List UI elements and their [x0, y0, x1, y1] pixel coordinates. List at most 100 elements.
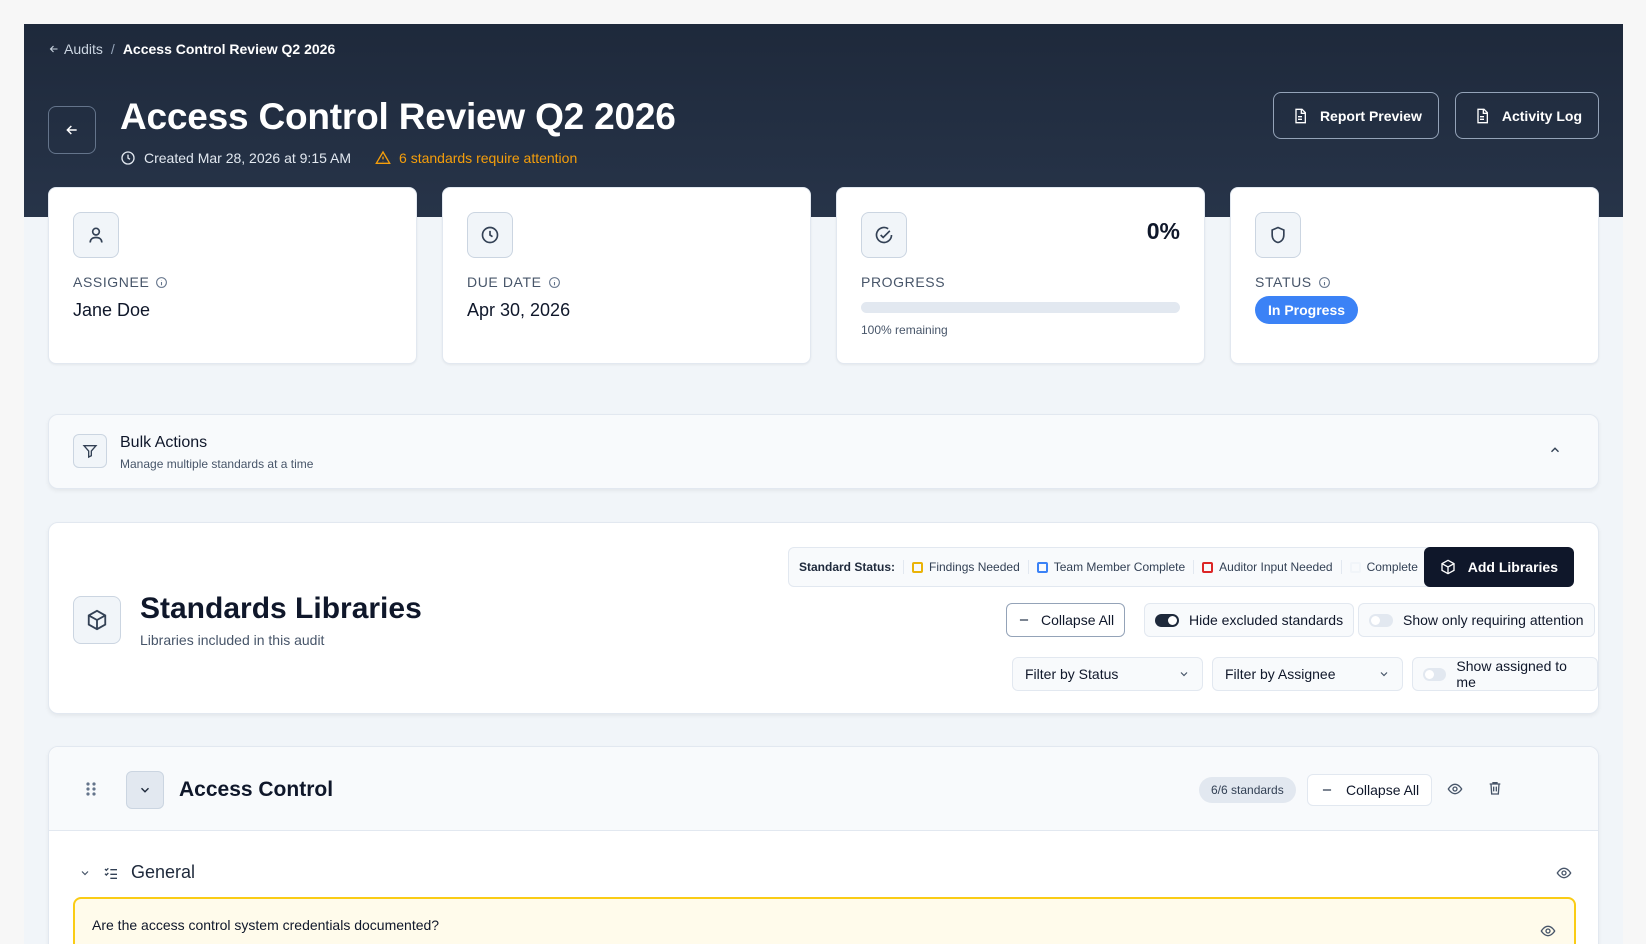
user-icon: [73, 212, 119, 258]
arrow-left-icon: [48, 43, 60, 55]
eye-icon[interactable]: [1447, 781, 1463, 797]
library-header: Access Control 6/6 standards Collapse Al…: [49, 747, 1598, 831]
info-icon[interactable]: [548, 276, 561, 289]
chevron-down-icon: [1378, 668, 1390, 680]
page-meta: Created Mar 28, 2026 at 9:15 AM 6 standa…: [120, 150, 577, 166]
chevron-down-icon: [138, 783, 152, 797]
status-legend: Standard Status: Findings Needed Team Me…: [788, 547, 1437, 587]
info-icon[interactable]: [1318, 276, 1331, 289]
collapse-all-button[interactable]: Collapse All: [1006, 603, 1126, 637]
breadcrumb: Audits / Access Control Review Q2 2026: [48, 41, 335, 57]
legend-item: Findings Needed: [903, 560, 1028, 574]
breadcrumb-audits-label: Audits: [64, 41, 103, 57]
drag-handle-icon[interactable]: [85, 781, 97, 797]
arrow-left-icon: [64, 122, 80, 138]
status-label: STATUS: [1255, 274, 1574, 290]
breadcrumb-current: Access Control Review Q2 2026: [122, 41, 336, 57]
created-text: Created Mar 28, 2026 at 9:15 AM: [144, 150, 352, 166]
assignee-label: ASSIGNEE: [73, 274, 392, 290]
hide-excluded-label: Hide excluded standards: [1189, 612, 1344, 628]
created-info: Created Mar 28, 2026 at 9:15 AM: [120, 150, 351, 166]
back-button[interactable]: [48, 106, 96, 154]
document-icon: [1474, 108, 1490, 124]
chevron-up-icon[interactable]: [1548, 443, 1562, 457]
package-icon: [73, 596, 121, 644]
legend-item-label: Auditor Input Needed: [1219, 560, 1333, 574]
show-assigned-label: Show assigned to me: [1456, 658, 1567, 690]
clock-icon: [467, 212, 513, 258]
toggle-switch[interactable]: [1369, 613, 1393, 627]
show-requiring-attention-toggle[interactable]: Show only requiring attention: [1358, 603, 1595, 637]
check-circle-icon: [861, 212, 907, 258]
legend-swatch: [1202, 561, 1214, 573]
show-assigned-toggle[interactable]: Show assigned to me: [1412, 657, 1598, 691]
status-label-text: STATUS: [1255, 274, 1312, 290]
chevron-down-icon: [1178, 668, 1190, 680]
status-card: STATUS In Progress: [1230, 187, 1599, 364]
toggle-switch[interactable]: [1423, 667, 1447, 681]
minus-icon: [1320, 783, 1334, 797]
library-collapse-all-button[interactable]: Collapse All: [1307, 774, 1433, 806]
list-check-icon: [103, 865, 119, 881]
legend-swatch: [1349, 561, 1361, 573]
library-toggle-button[interactable]: [126, 771, 164, 809]
standards-count-badge: 6/6 standards: [1199, 777, 1296, 803]
toggle-switch[interactable]: [1155, 613, 1179, 627]
audit-page: Audits / Access Control Review Q2 2026 A…: [24, 24, 1623, 944]
due-date-label: DUE DATE: [467, 274, 786, 290]
collapse-all-label: Collapse All: [1041, 612, 1115, 628]
activity-log-label: Activity Log: [1501, 107, 1582, 124]
legend-swatch: [912, 561, 924, 573]
bulk-actions-subtitle: Manage multiple standards at a time: [120, 457, 314, 471]
eye-icon[interactable]: [1540, 923, 1556, 939]
filter-icon: [73, 434, 107, 468]
add-libraries-label: Add Libraries: [1467, 559, 1558, 575]
assignee-value: Jane Doe: [73, 300, 151, 320]
breadcrumb-audits-link[interactable]: Audits: [48, 41, 103, 57]
hide-excluded-toggle[interactable]: Hide excluded standards: [1144, 603, 1355, 637]
legend-label: Standard Status:: [799, 560, 896, 574]
chevron-down-icon: [79, 867, 91, 879]
standards-libraries-panel: Standards Libraries Libraries included i…: [48, 522, 1599, 714]
libraries-subtitle: Libraries included in this audit: [140, 632, 325, 648]
eye-icon[interactable]: [1556, 865, 1572, 881]
filter-status-label: Filter by Status: [1025, 666, 1119, 682]
group-general-toggle[interactable]: General: [79, 862, 195, 883]
info-icon[interactable]: [155, 276, 168, 289]
show-requiring-label: Show only requiring attention: [1403, 612, 1584, 628]
breadcrumb-separator: /: [110, 41, 115, 57]
bulk-actions-panel[interactable]: Bulk Actions Manage multiple standards a…: [48, 414, 1599, 489]
header-actions: Report Preview Activity Log: [1272, 92, 1599, 139]
due-date-label-text: DUE DATE: [467, 274, 542, 290]
warning-icon: [375, 150, 391, 166]
assignee-card: ASSIGNEE Jane Doe: [48, 187, 417, 364]
progress-label: PROGRESS: [861, 274, 946, 290]
page-title: Access Control Review Q2 2026: [120, 96, 676, 137]
attention-warning-text: 6 standards require attention: [399, 150, 578, 166]
minus-icon: [1017, 613, 1031, 627]
legend-swatch: [1036, 561, 1048, 573]
add-libraries-button[interactable]: Add Libraries: [1423, 547, 1574, 587]
attention-warning[interactable]: 6 standards require attention: [375, 150, 577, 166]
status-badge: In Progress: [1255, 296, 1359, 324]
activity-log-button[interactable]: Activity Log: [1454, 92, 1599, 139]
package-icon: [1440, 559, 1456, 575]
filter-assignee-select[interactable]: Filter by Assignee: [1212, 657, 1403, 691]
group-general-label: General: [131, 862, 196, 882]
legend-item-label: Complete: [1366, 560, 1418, 574]
report-preview-label: Report Preview: [1319, 107, 1422, 124]
standard-item[interactable]: Are the access control system credential…: [73, 897, 1576, 944]
progress-card: 0% PROGRESS 100% remaining: [836, 187, 1205, 364]
standard-question: Are the access control system credential…: [92, 917, 440, 933]
library-title: Access Control: [179, 778, 334, 801]
filter-assignee-label: Filter by Assignee: [1225, 666, 1336, 682]
progress-bar: [861, 302, 1180, 313]
legend-item-label: Team Member Complete: [1053, 560, 1186, 574]
trash-icon[interactable]: [1487, 780, 1503, 796]
report-preview-button[interactable]: Report Preview: [1272, 92, 1439, 139]
due-date-card: DUE DATE Apr 30, 2026: [442, 187, 811, 364]
legend-item-label: Findings Needed: [929, 560, 1020, 574]
due-date-value: Apr 30, 2026: [467, 300, 571, 320]
legend-item: Team Member Complete: [1027, 560, 1193, 574]
filter-status-select[interactable]: Filter by Status: [1012, 657, 1203, 691]
